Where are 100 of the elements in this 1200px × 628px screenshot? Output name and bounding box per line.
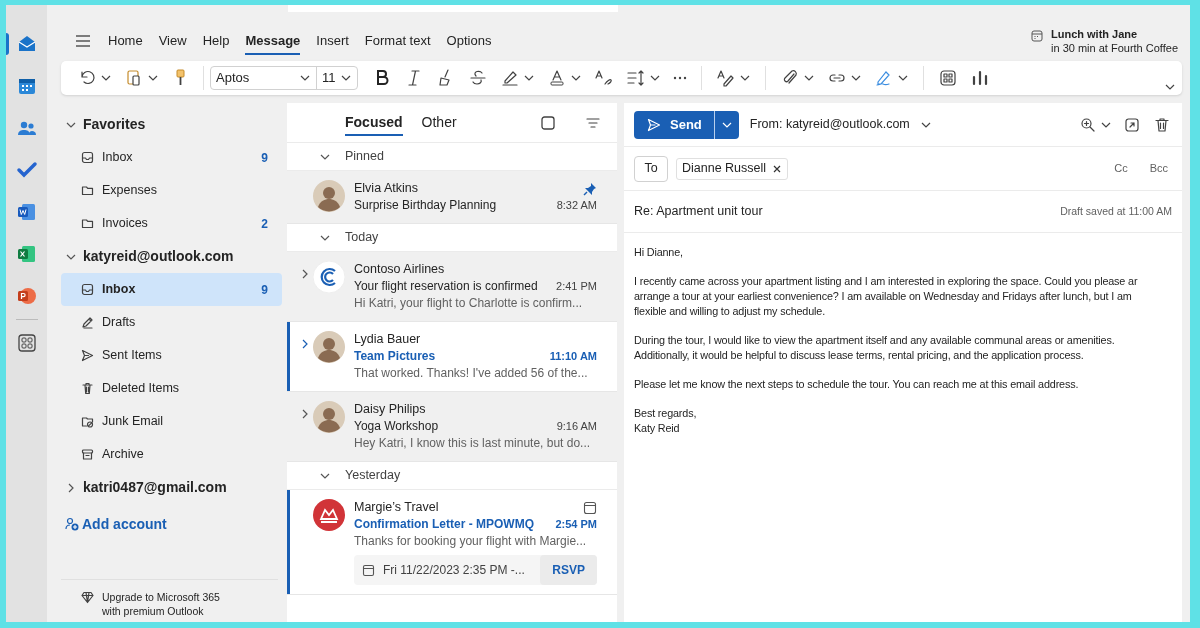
- apps-icon: [15, 332, 38, 354]
- ribbon-tab[interactable]: View: [158, 27, 187, 55]
- received-time: 2:54 PM: [555, 517, 597, 532]
- list-tab[interactable]: Focused: [345, 109, 403, 136]
- folder-item[interactable]: Expenses: [61, 174, 282, 207]
- body-paragraph: Best regards, Katy Reid: [634, 406, 698, 436]
- add-person-icon: [65, 517, 79, 531]
- body-paragraph: Please let me know the next steps to schedule the tour. You can reach me at this email address.: [634, 377, 1080, 392]
- deleted-icon: [81, 382, 94, 395]
- line-spacing-icon: [626, 68, 646, 88]
- message-item[interactable]: Margie’s Travel Confirmation Letter - MPOWMQ 2:54 PM Thanks for booking your flight with Margie... Fri 11/22/2023 2:35 PM -... RSVP: [287, 490, 617, 595]
- junk-icon: [81, 415, 94, 428]
- reminder-title[interactable]: Lunch with Jane: [1051, 27, 1178, 41]
- sender-name: Contoso Airlines: [354, 261, 445, 278]
- select-mode-button[interactable]: [540, 114, 556, 131]
- rsvp-button[interactable]: RSVP: [540, 555, 597, 585]
- ribbon-tab[interactable]: Home: [108, 27, 143, 55]
- send-icon: [647, 117, 661, 132]
- avatar-icon: [313, 401, 345, 433]
- folder-item[interactable]: Junk Email: [61, 405, 282, 438]
- message-item[interactable]: Lydia Bauer Team Pictures 11:10 AM That worked. Thanks! I've added 56 of the...: [287, 322, 617, 392]
- contoso-logo-icon: [313, 261, 345, 293]
- avatar-icon: [313, 331, 345, 363]
- ribbon-tab[interactable]: Options: [446, 27, 492, 55]
- sent-icon: [81, 349, 94, 362]
- ribbon-tab[interactable]: Help: [202, 27, 230, 55]
- calendar-icon: [362, 563, 375, 577]
- folder-item[interactable]: Inbox 9: [61, 273, 282, 306]
- unread-count: 9: [261, 149, 268, 167]
- message-item[interactable]: Contoso Airlines Your flight reservation is confirmed 2:41 PM Hi Katri, your flight to Charlotte is confirm...: [287, 252, 617, 322]
- email-subject: Team Pictures: [354, 348, 436, 365]
- ribbon-tab[interactable]: Insert: [316, 27, 349, 55]
- body-paragraph: I recently came across your apartment listing and I am interested in exploring the space. Could you please ar arrange a tour at your earliest convenience? I am available on Wednesday and Fridays after lunch, but I am flexible and willing to adjust my schedule.: [634, 274, 1139, 319]
- folder-item[interactable]: Sent Items: [61, 339, 282, 372]
- subject-field[interactable]: Re: Apartment unit tour: [634, 202, 1061, 221]
- cc-button[interactable]: Cc: [1114, 160, 1128, 177]
- upgrade-promo[interactable]: Upgrade to Microsoft 365 with premium Outlook: [102, 590, 220, 618]
- sender-name: Elvia Atkins: [354, 180, 418, 197]
- email-subject: Your flight reservation is confirmed: [354, 278, 538, 295]
- drafts-icon: [81, 316, 94, 329]
- account-header[interactable]: Favorites: [61, 108, 282, 141]
- spreadsheet-icon: [15, 243, 38, 265]
- folder-item[interactable]: Drafts: [61, 306, 282, 339]
- list-tab[interactable]: Other: [421, 109, 457, 136]
- to-button[interactable]: To: [634, 155, 668, 182]
- draft-saved-status: Draft saved at 11:00 AM: [1060, 203, 1172, 219]
- body-paragraph: Hi Dianne,: [634, 245, 684, 260]
- received-time: 2:41 PM: [556, 279, 597, 294]
- message-item[interactable]: Daisy Philips Yoga Workshop 9:16 AM Hey Katri, I know this is last minute, but do...: [287, 392, 617, 462]
- zoom-in-icon: [1080, 116, 1096, 133]
- pen-icon: [716, 68, 736, 88]
- strikethrough-icon: [468, 68, 488, 88]
- body-paragraph: During the tour, I would like to view the apartment itself and any available communal areas or amenities. Additionally, it would be helpful to discuss lease terms, rental pricing, and the application process.: [634, 333, 1116, 363]
- document-icon: [15, 201, 38, 223]
- diamond-icon: [81, 591, 94, 604]
- message-item[interactable]: Elvia Atkins Surprise Birthday Planning 8:32 AM: [287, 171, 617, 224]
- email-preview: Hey Katri, I know this is last minute, but do...: [354, 435, 592, 452]
- pop-out-icon: [1124, 116, 1140, 133]
- unread-count: 2: [261, 215, 268, 233]
- avatar-icon: [313, 180, 345, 212]
- ribbon-tab[interactable]: Format text: [364, 27, 431, 55]
- menu-button[interactable]: [74, 32, 92, 50]
- folder-item[interactable]: Deleted Items: [61, 372, 282, 405]
- discard-button[interactable]: [1154, 116, 1170, 133]
- calendar-icon: [583, 500, 597, 515]
- reminder-detail: in 30 min at Fourth Coffee: [1051, 41, 1178, 55]
- recipient-chip[interactable]: Dianne Russell: [676, 157, 789, 180]
- bar-chart-icon: [970, 68, 990, 88]
- apps-icon: [938, 68, 958, 88]
- trash-icon: [1154, 116, 1170, 133]
- inbox-icon: [81, 151, 94, 164]
- folder-icon: [81, 184, 94, 197]
- pop-out-button[interactable]: [1124, 116, 1140, 133]
- bcc-button[interactable]: Bcc: [1149, 160, 1168, 177]
- email-preview: That worked. Thanks! I've added 56 of the...: [354, 365, 589, 382]
- zoom-button[interactable]: [1080, 116, 1112, 133]
- unread-count: 9: [261, 281, 268, 299]
- ribbon-tab[interactable]: Message: [245, 27, 301, 55]
- close-icon: [772, 163, 783, 174]
- send-button[interactable]: Send: [634, 110, 714, 139]
- add-account-link[interactable]: Add account: [61, 504, 282, 544]
- from-dropdown[interactable]: From: katyreid@outlook.com: [749, 115, 932, 134]
- email-preview: Hi Katri, your flight to Charlotte is confirm...: [354, 295, 584, 312]
- received-time: 11:10 AM: [549, 349, 597, 364]
- folder-item[interactable]: Archive: [61, 438, 282, 471]
- email-subject: Yoga Workshop: [354, 418, 439, 435]
- font-size-dropdown[interactable]: 11: [317, 67, 357, 89]
- folder-icon: [81, 217, 94, 230]
- send-options-button[interactable]: [713, 110, 739, 139]
- account-header[interactable]: katyreid@outlook.com: [61, 240, 282, 273]
- folder-item[interactable]: Inbox 9: [61, 141, 282, 174]
- folder-item[interactable]: Invoices 2: [61, 207, 282, 240]
- sender-name: Lydia Bauer: [354, 331, 421, 348]
- font-dropdown[interactable]: Aptos: [211, 67, 317, 89]
- archive-icon: [81, 448, 94, 461]
- account-header[interactable]: katri0487@gmail.com: [61, 471, 282, 504]
- email-subject: Confirmation Letter - MPOWMQ: [354, 516, 534, 533]
- font-color-icon: [547, 68, 567, 88]
- calendar-icon: [1031, 30, 1043, 42]
- more-icon: [673, 76, 687, 80]
